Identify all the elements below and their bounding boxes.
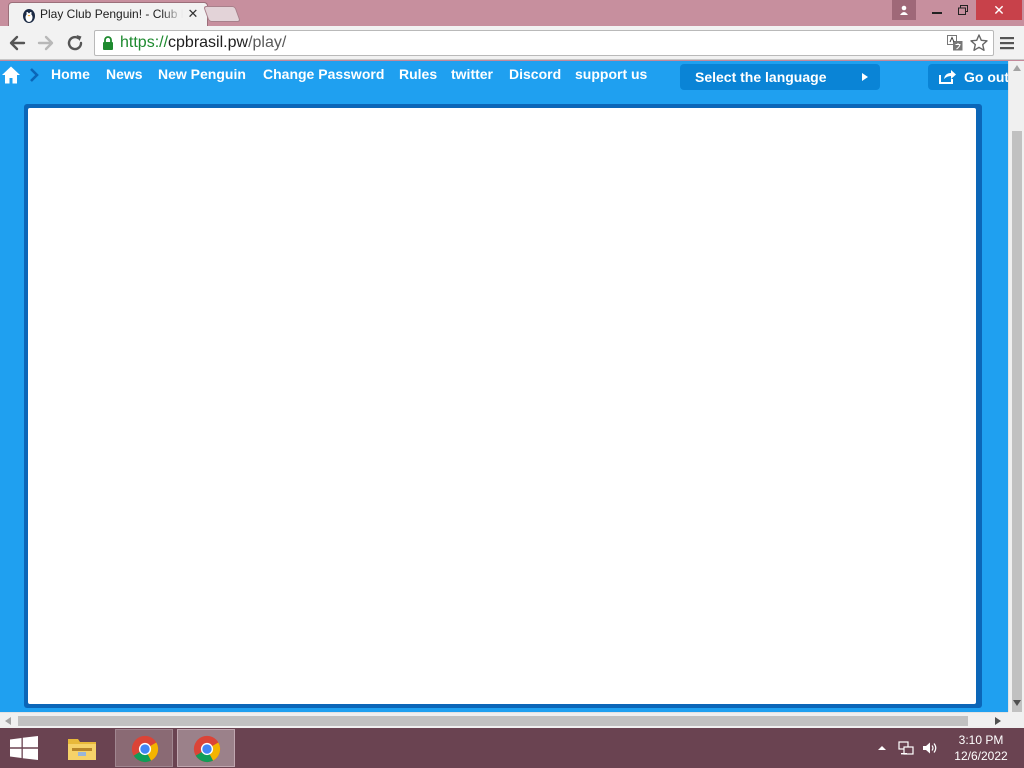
windows-taskbar: 3:10 PM 12/6/2022 — [0, 728, 1024, 768]
windows-logo-icon — [10, 736, 38, 760]
url-text[interactable]: https://cpbrasil.pw/play/ — [120, 34, 286, 52]
address-bar[interactable]: https://cpbrasil.pw/play/ — [94, 30, 994, 56]
nav-link-home[interactable]: Home — [51, 66, 90, 82]
minimize-button[interactable] — [924, 0, 950, 20]
url-path: /play/ — [248, 34, 287, 51]
minimize-icon — [932, 12, 942, 14]
reload-icon[interactable] — [64, 32, 86, 54]
horizontal-scroll-thumb[interactable] — [18, 716, 968, 726]
hamburger-menu-icon[interactable] — [998, 34, 1016, 52]
taskbar-chrome-window-2[interactable] — [177, 729, 235, 767]
start-button[interactable] — [0, 728, 50, 768]
nav-link-discord[interactable]: Discord — [509, 66, 561, 82]
chevron-right-icon — [30, 68, 39, 82]
nav-link-change-password[interactable]: Change Password — [263, 66, 384, 82]
logout-label: Go out — [964, 69, 1008, 85]
language-select-button[interactable]: Select the language — [680, 64, 880, 90]
logout-button[interactable]: Go out — [928, 64, 1008, 90]
bookmark-star-icon[interactable] — [969, 33, 989, 53]
horizontal-scrollbar[interactable] — [0, 712, 1008, 728]
new-tab-button[interactable] — [203, 6, 241, 22]
restore-button[interactable] — [950, 0, 976, 20]
nav-link-support-us[interactable]: support us — [575, 66, 647, 82]
profile-button[interactable] — [892, 0, 916, 20]
tray-expand-arrow-icon[interactable] — [874, 740, 890, 756]
caret-right-icon — [862, 73, 868, 81]
person-icon — [900, 5, 908, 15]
taskbar-chrome-window-1[interactable] — [115, 729, 173, 767]
taskbar-file-explorer[interactable] — [53, 729, 111, 767]
nav-link-twitter[interactable]: twitter — [451, 66, 493, 82]
browser-titlebar: Play Club Penguin! - Club Penguin ✕ ✕ — [0, 0, 1024, 26]
share-exit-icon — [939, 70, 956, 84]
scroll-right-arrow-icon[interactable] — [995, 717, 1001, 725]
language-select-label: Select the language — [695, 69, 827, 85]
vertical-scrollbar[interactable] — [1008, 61, 1024, 725]
restore-icon — [958, 5, 968, 15]
browser-toolbar: https://cpbrasil.pw/play/ — [0, 26, 1024, 60]
chrome-logo-icon — [193, 735, 221, 763]
vertical-scroll-thumb[interactable] — [1012, 131, 1022, 725]
lock-icon — [103, 36, 113, 50]
network-icon[interactable] — [898, 740, 914, 756]
scroll-left-arrow-icon[interactable] — [5, 717, 11, 725]
clock-date: 12/6/2022 — [954, 749, 1008, 763]
forward-arrow-icon[interactable] — [35, 32, 57, 54]
game-frame — [24, 104, 982, 708]
tab-close-icon[interactable]: ✕ — [185, 5, 201, 23]
clock-time: 3:10 PM — [958, 733, 1004, 747]
scroll-down-arrow-icon[interactable] — [1013, 700, 1021, 706]
nav-link-new-penguin[interactable]: New Penguin — [158, 66, 246, 82]
url-host: cpbrasil.pw — [168, 34, 249, 51]
folder-icon — [68, 739, 96, 760]
scroll-up-arrow-icon[interactable] — [1013, 65, 1021, 71]
browser-tab-active[interactable]: Play Club Penguin! - Club Penguin ✕ — [8, 2, 208, 26]
nav-link-rules[interactable]: Rules — [399, 66, 437, 82]
page-viewport: Home News New Penguin Change Password Ru… — [0, 61, 1008, 712]
chrome-logo-icon — [131, 735, 159, 763]
taskbar-clock[interactable]: 3:10 PM 12/6/2022 — [950, 732, 1012, 764]
home-icon[interactable] — [1, 65, 21, 85]
window-close-button[interactable]: ✕ — [976, 0, 1022, 20]
back-arrow-icon[interactable] — [6, 32, 28, 54]
site-navbar: Home News New Penguin Change Password Ru… — [0, 61, 1008, 91]
translate-icon[interactable] — [947, 35, 963, 51]
nav-link-news[interactable]: News — [106, 66, 143, 82]
tab-title: Play Club Penguin! - Club Penguin — [40, 7, 183, 21]
game-canvas[interactable] — [28, 108, 976, 704]
scrollbar-corner — [1008, 712, 1024, 728]
penguin-favicon-icon — [23, 9, 35, 23]
close-icon: ✕ — [993, 2, 1005, 18]
url-scheme: https:// — [120, 34, 169, 51]
volume-icon[interactable] — [922, 740, 938, 756]
